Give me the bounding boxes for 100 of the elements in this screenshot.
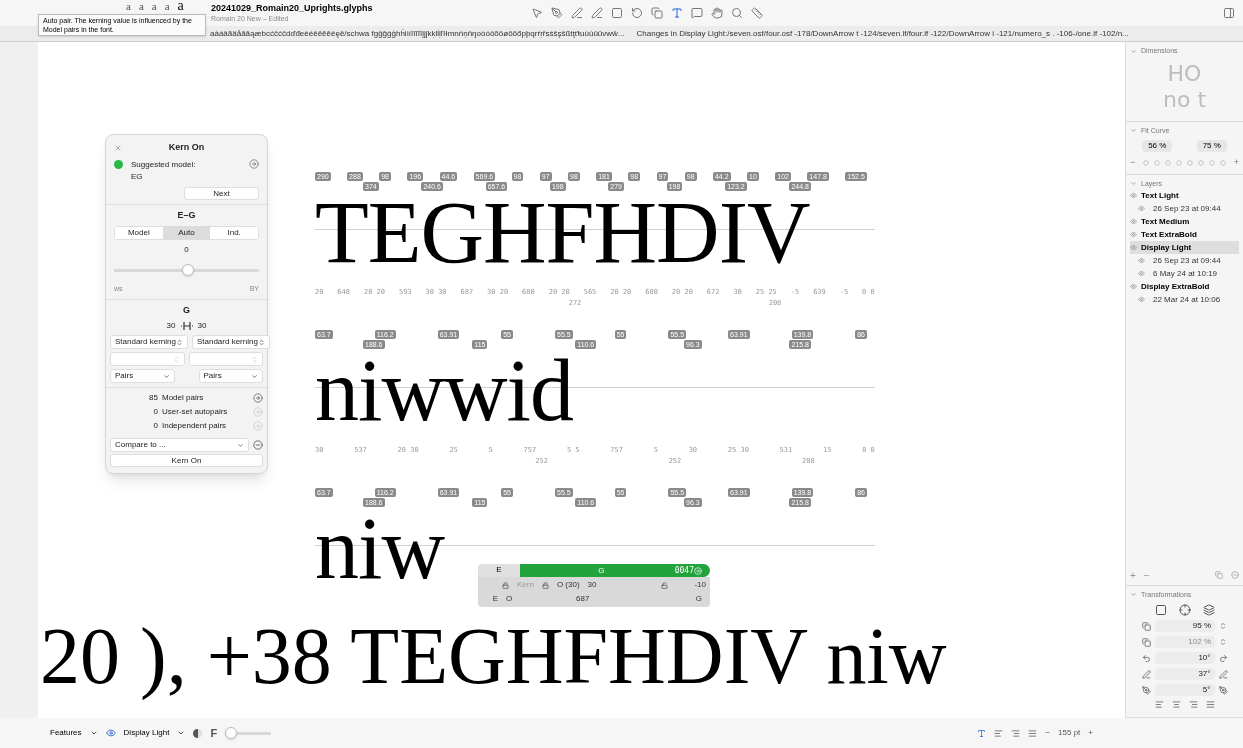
kerning-select[interactable]: Standard kerning [110, 335, 188, 349]
next-button[interactable]: Next [184, 186, 259, 200]
lock-icon[interactable] [541, 581, 549, 589]
layer-item[interactable]: 26 Sep 23 at 09:44 [1130, 254, 1239, 267]
rotate-field[interactable]: 10° [1154, 652, 1215, 664]
align-justify-icon[interactable] [1028, 728, 1038, 738]
rotate-right-icon[interactable] [1218, 653, 1228, 663]
zoom-out-button[interactable]: − [1045, 727, 1051, 739]
eye-icon[interactable] [1130, 192, 1137, 199]
pencil-icon[interactable] [590, 7, 603, 19]
eye-icon[interactable] [1138, 205, 1145, 212]
chevron-down-icon[interactable] [89, 729, 98, 737]
fit-curve-dots-icon[interactable] [1141, 159, 1228, 166]
view-mode-button[interactable]: a [126, 0, 131, 12]
slider-thumb[interactable] [182, 264, 195, 276]
features-menu[interactable]: Features [50, 727, 82, 739]
zoom-in-button[interactable]: + [1088, 727, 1093, 739]
align-right-icon[interactable] [1011, 728, 1021, 738]
rotate-icon[interactable] [630, 7, 643, 19]
eye-icon[interactable] [1130, 231, 1137, 238]
kern-value: 0 [183, 244, 190, 256]
pairs-select[interactable]: Pairs [198, 369, 263, 383]
pencil-icon[interactable] [570, 7, 583, 19]
skew-field[interactable]: 5° [1154, 684, 1215, 696]
arrow-right-icon[interactable] [249, 158, 259, 169]
glyph-text: niw [315, 507, 444, 591]
layer-item[interactable]: 22 Mar 24 at 10:06 [1130, 293, 1239, 306]
eye-icon[interactable] [1130, 218, 1137, 225]
glyph-tab[interactable]: aàáâãäåāăąæbcćĉċčdďđeèéêëēĕėęě/schwa fgĝğġģhĥiìíîïĩīĭįjĵkķlĺļľŀłmnńņňŋoòóôõöøōŏőpþqrŕŗřsśŝşšßtţťŧuùúûüvwŵ... [210, 27, 625, 40]
changes-tab[interactable]: Changes in Display Light:/seven.osf/four.osf -178/DownArrow t -124/seven.lf/four.lf -122/DownArrow i -121/numero_s . -106-/one.lf -102/n... [636, 27, 1129, 40]
decrease-button[interactable]: − [1130, 156, 1136, 170]
align-right-icon[interactable] [1188, 700, 1198, 709]
text-tool-icon[interactable] [670, 7, 683, 19]
rotate-left-icon[interactable] [1141, 653, 1151, 663]
copy-icon[interactable] [1215, 571, 1223, 579]
align-justify-icon[interactable] [1205, 700, 1215, 709]
layer-item[interactable]: 26 Sep 23 at 09:44 [1130, 202, 1239, 215]
view-mode-button[interactable]: a [151, 0, 157, 12]
eye-icon[interactable] [1138, 257, 1145, 264]
disclosure-icon[interactable] [1130, 47, 1137, 55]
search-icon[interactable] [730, 7, 743, 19]
eye-icon[interactable] [1130, 283, 1137, 290]
stepper-icon[interactable] [1219, 622, 1227, 630]
eye-icon[interactable] [1130, 244, 1137, 251]
comment-icon[interactable] [690, 7, 703, 19]
layer-item[interactable]: Text Light [1130, 189, 1239, 202]
hand-icon[interactable] [710, 7, 723, 19]
sidebar-toggle-icon[interactable] [1223, 7, 1235, 19]
bounding-box-icon[interactable] [1154, 604, 1167, 616]
view-mode-button[interactable]: a [177, 0, 184, 12]
fit-curve-preset[interactable]: 75 % [1196, 140, 1227, 152]
scale-field[interactable]: 95 % [1155, 620, 1215, 632]
align-center-icon[interactable] [1171, 700, 1181, 709]
fit-curve-preset[interactable]: 56 % [1142, 140, 1173, 152]
unlock-icon[interactable] [661, 581, 668, 589]
layer-item[interactable]: Text ExtraBold [1130, 228, 1239, 241]
stepper-icon[interactable] [1219, 638, 1227, 646]
remove-icon[interactable] [253, 440, 263, 450]
kerning-select[interactable]: Standard kerning [191, 335, 270, 349]
disclosure-icon[interactable] [1130, 127, 1137, 135]
suggestion-label: Suggested model: [131, 158, 197, 171]
crosshair-icon[interactable] [1178, 604, 1191, 616]
increase-button[interactable]: + [1233, 156, 1239, 170]
eye-icon[interactable] [1138, 296, 1145, 303]
pen-icon[interactable] [550, 7, 563, 19]
view-mode-button[interactable]: a [164, 0, 170, 12]
kern-on-button[interactable]: Kern On [110, 454, 263, 467]
slant-field[interactable]: 37° [1154, 668, 1215, 680]
copy-icon[interactable] [650, 7, 663, 19]
lock-icon[interactable] [502, 581, 509, 589]
stepper-icon [251, 355, 258, 363]
compare-select[interactable]: Compare to ... [110, 438, 249, 452]
close-icon[interactable] [114, 143, 122, 152]
ruler-icon[interactable] [750, 7, 763, 19]
align-left-icon[interactable] [1154, 700, 1164, 709]
remove-icon[interactable] [1231, 571, 1239, 579]
mode-tab[interactable]: Auto [162, 227, 211, 239]
text-icon[interactable] [977, 728, 987, 738]
view-mode-button[interactable]: a [138, 0, 144, 12]
eye-icon[interactable] [1138, 270, 1145, 277]
layer-item[interactable]: Display ExtraBold [1130, 280, 1239, 293]
font-letter[interactable]: F [210, 724, 218, 742]
align-left-icon[interactable] [994, 728, 1004, 738]
disclosure-icon[interactable] [1130, 180, 1137, 188]
stat-count: 0 [152, 420, 159, 432]
chevron-down-icon[interactable] [177, 729, 186, 737]
glyph-width: 687 [576, 593, 591, 605]
layer-item[interactable]: 6 May 24 at 10:19 [1130, 267, 1239, 280]
layer-item[interactable]: Text Medium [1130, 215, 1239, 228]
master-menu[interactable]: Display Light [123, 727, 170, 739]
layer-item[interactable]: Display Light [1130, 241, 1239, 254]
disclosure-icon[interactable] [1130, 591, 1137, 599]
arrow-right-icon[interactable] [253, 393, 263, 403]
slider-thumb[interactable] [225, 727, 238, 739]
rectangle-icon[interactable] [610, 7, 623, 19]
pointer-icon[interactable] [530, 7, 543, 19]
pairs-select[interactable]: Pairs [110, 369, 175, 383]
eye-icon[interactable] [105, 728, 116, 738]
contrast-icon[interactable] [193, 728, 203, 738]
font-size-field[interactable]: 155 pt [1058, 727, 1081, 739]
